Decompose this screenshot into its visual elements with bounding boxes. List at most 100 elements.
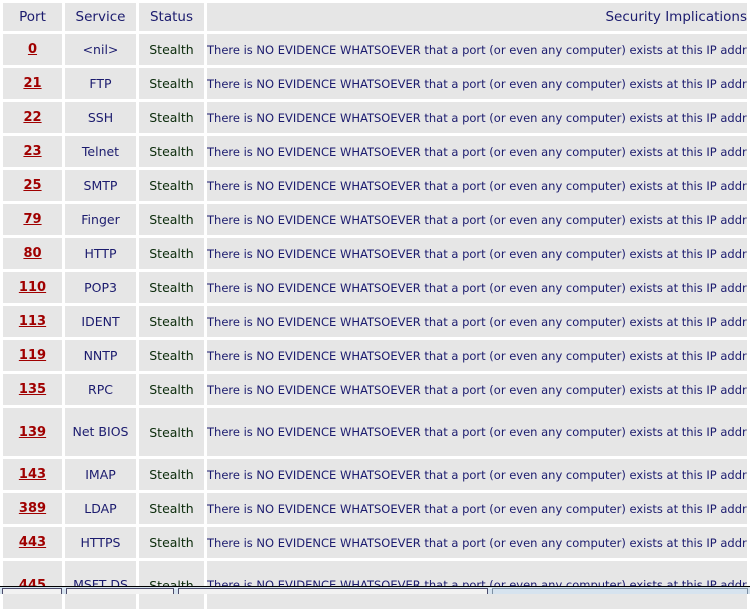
service-name: HTTP <box>65 238 136 269</box>
port-cell: 119 <box>3 340 62 371</box>
port-link[interactable]: 143 <box>19 467 46 482</box>
security-implication-text: There is NO EVIDENCE WHATSOEVER that a p… <box>207 527 747 558</box>
table-body: 0 <nil> Stealth There is NO EVIDENCE WHATSO… <box>3 34 747 609</box>
port-link[interactable]: 79 <box>23 212 41 227</box>
table-row: 119 NNTP Stealth There is NO EVIDENCE WHATS… <box>3 340 747 371</box>
service-name: LDAP <box>65 493 136 524</box>
security-implication-text: There is NO EVIDENCE WHATSOEVER that a p… <box>207 340 747 371</box>
port-cell: 21 <box>3 68 62 99</box>
service-name: Net BIOS <box>65 408 136 456</box>
security-implication-text: There is NO EVIDENCE WHATSOEVER that a p… <box>207 306 747 337</box>
service-name: IDENT <box>65 306 136 337</box>
security-implication-text: There is NO EVIDENCE WHATSOEVER that a p… <box>207 238 747 269</box>
table-row: 25 SMTP Stealth There is NO EVIDENCE WHATSO… <box>3 170 747 201</box>
table-header-row: Port Service Status Security Implication… <box>3 3 747 31</box>
security-implication-text: There is NO EVIDENCE WHATSOEVER that a p… <box>207 561 747 609</box>
port-link[interactable]: 80 <box>23 246 41 261</box>
scrollbar-track-right[interactable] <box>492 588 748 594</box>
port-cell: 139 <box>3 408 62 456</box>
security-implication-text: There is NO EVIDENCE WHATSOEVER that a p… <box>207 493 747 524</box>
column-header-port: Port <box>3 3 62 31</box>
service-name: SMTP <box>65 170 136 201</box>
status-badge: Stealth <box>139 493 204 524</box>
status-badge: Stealth <box>139 68 204 99</box>
security-implication-text: There is NO EVIDENCE WHATSOEVER that a p… <box>207 204 747 235</box>
port-cell: 80 <box>3 238 62 269</box>
port-link[interactable]: 22 <box>23 110 41 125</box>
port-scan-results-table: Port Service Status Security Implication… <box>0 0 750 612</box>
column-header-security-implications: Security Implications <box>207 3 747 31</box>
service-name: IMAP <box>65 459 136 490</box>
table-row: 79 Finger Stealth There is NO EVIDENCE WHAT… <box>3 204 747 235</box>
port-link[interactable]: 389 <box>19 501 46 516</box>
port-link[interactable]: 443 <box>19 535 46 550</box>
table-row: 443 HTTPS Stealth There is NO EVIDENCE WHAT… <box>3 527 747 558</box>
status-badge: Stealth <box>139 136 204 167</box>
status-badge: Stealth <box>139 459 204 490</box>
table-header: Port Service Status Security Implication… <box>3 3 747 31</box>
service-name: <nil> <box>65 34 136 65</box>
status-badge: Stealth <box>139 170 204 201</box>
port-link[interactable]: 135 <box>19 382 46 397</box>
status-badge: Stealth <box>139 204 204 235</box>
scrollbar-thumb[interactable] <box>178 588 488 594</box>
port-link[interactable]: 139 <box>19 425 46 440</box>
service-name: POP3 <box>65 272 136 303</box>
status-badge: Stealth <box>139 272 204 303</box>
column-header-status: Status <box>139 3 204 31</box>
port-cell: 389 <box>3 493 62 524</box>
table-row: 143 IMAP Stealth There is NO EVIDENCE WHATS… <box>3 459 747 490</box>
port-link[interactable]: 113 <box>19 314 46 329</box>
service-name: SSH <box>65 102 136 133</box>
table-row: 21 FTP Stealth There is NO EVIDENCE WHATSOE… <box>3 68 747 99</box>
status-badge: Stealth <box>139 34 204 65</box>
service-name: MSFT DS <box>65 561 136 609</box>
port-cell: 23 <box>3 136 62 167</box>
port-cell: 143 <box>3 459 62 490</box>
security-implication-text: There is NO EVIDENCE WHATSOEVER that a p… <box>207 102 747 133</box>
security-implication-text: There is NO EVIDENCE WHATSOEVER that a p… <box>207 34 747 65</box>
port-cell: 113 <box>3 306 62 337</box>
port-cell: 110 <box>3 272 62 303</box>
table-row: 389 LDAP Stealth There is NO EVIDENCE WHATS… <box>3 493 747 524</box>
status-badge: Stealth <box>139 102 204 133</box>
status-badge: Stealth <box>139 340 204 371</box>
status-badge: Stealth <box>139 238 204 269</box>
status-badge: Stealth <box>139 374 204 405</box>
table-row: 113 IDENT Stealth There is NO EVIDENCE WHAT… <box>3 306 747 337</box>
port-link[interactable]: 23 <box>23 144 41 159</box>
scrollbar-segment-left[interactable] <box>2 588 62 594</box>
service-name: NNTP <box>65 340 136 371</box>
security-implication-text: There is NO EVIDENCE WHATSOEVER that a p… <box>207 68 747 99</box>
security-implication-text: There is NO EVIDENCE WHATSOEVER that a p… <box>207 136 747 167</box>
service-name: Telnet <box>65 136 136 167</box>
security-implication-text: There is NO EVIDENCE WHATSOEVER that a p… <box>207 459 747 490</box>
table-row: 22 SSH Stealth There is NO EVIDENCE WHATSOE… <box>3 102 747 133</box>
service-name: FTP <box>65 68 136 99</box>
column-header-service: Service <box>65 3 136 31</box>
table-row: 135 RPC Stealth There is NO EVIDENCE WHATSO… <box>3 374 747 405</box>
port-link[interactable]: 119 <box>19 348 46 363</box>
service-name: Finger <box>65 204 136 235</box>
security-implication-text: There is NO EVIDENCE WHATSOEVER that a p… <box>207 170 747 201</box>
security-implication-text: There is NO EVIDENCE WHATSOEVER that a p… <box>207 408 747 456</box>
port-link[interactable]: 21 <box>23 76 41 91</box>
port-link[interactable]: 25 <box>23 178 41 193</box>
status-badge: Stealth <box>139 306 204 337</box>
port-cell: 25 <box>3 170 62 201</box>
service-name: HTTPS <box>65 527 136 558</box>
table-row: 139 Net BIOS Stealth There is NO EVIDENCE W… <box>3 408 747 456</box>
port-cell: 445 <box>3 561 62 609</box>
port-link[interactable]: 110 <box>19 280 46 295</box>
table-row: 110 POP3 Stealth There is NO EVIDENCE WHATS… <box>3 272 747 303</box>
security-implication-text: There is NO EVIDENCE WHATSOEVER that a p… <box>207 374 747 405</box>
port-cell: 0 <box>3 34 62 65</box>
table-row: 80 HTTP Stealth There is NO EVIDENCE WHATSO… <box>3 238 747 269</box>
scrollbar-segment-mid[interactable] <box>66 588 174 594</box>
port-link[interactable]: 0 <box>28 42 37 57</box>
port-cell: 135 <box>3 374 62 405</box>
service-name: RPC <box>65 374 136 405</box>
security-implication-text: There is NO EVIDENCE WHATSOEVER that a p… <box>207 272 747 303</box>
table-row: 445 MSFT DS Stealth There is NO EVIDENCE WH… <box>3 561 747 609</box>
port-cell: 79 <box>3 204 62 235</box>
